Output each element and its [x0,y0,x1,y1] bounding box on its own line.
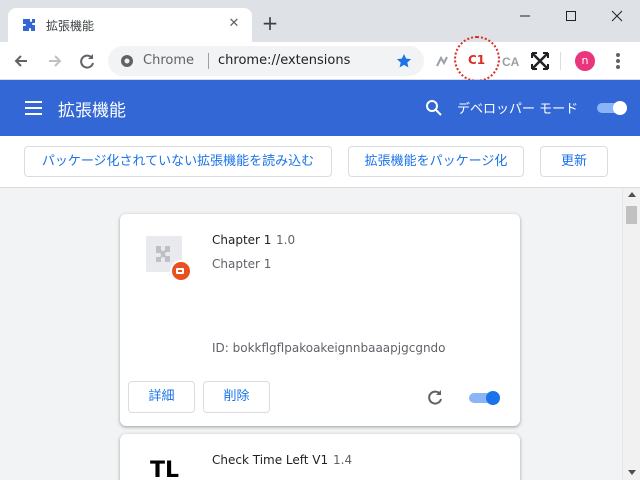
puzzle-icon [22,18,36,32]
omnibox-scheme-label: Chrome [143,53,194,68]
toolbar-divider [560,52,561,70]
close-tab-icon[interactable]: ✕ [226,16,242,32]
minimize-button[interactable] [502,2,548,30]
extension-name: Check Time Left V1 [212,453,329,467]
scroll-thumb[interactable] [626,206,637,224]
hamburger-menu-icon[interactable] [24,99,44,117]
reload-icon[interactable] [76,50,98,72]
svg-text:CA: CA [502,55,520,69]
search-icon[interactable] [424,98,444,118]
page-title: 拡張機能 [58,101,126,121]
close-window-button[interactable] [594,2,640,30]
chrome-icon [120,54,134,68]
tab-extensions[interactable]: 拡張機能 ✕ [8,8,252,42]
address-bar[interactable]: Chrome chrome://extensions [108,46,424,76]
cross-arrows-extension-icon[interactable] [529,50,551,72]
extension-description: Chapter 1 [212,257,272,271]
profile-avatar[interactable]: n [575,51,595,71]
developer-mode-label: デベロッパー モード [457,102,579,117]
update-button[interactable]: 更新 [540,146,608,177]
browser-toolbar: Chrome chrome://extensions CA [0,42,640,80]
extension-enable-toggle[interactable] [468,390,502,406]
omnibox-url: chrome://extensions [218,53,351,68]
tab-title: 拡張機能 [46,19,95,33]
forward-arrow-icon[interactable] [44,50,66,72]
remove-button[interactable]: 削除 [203,381,270,413]
reload-extension-icon[interactable] [426,388,444,406]
action-bar: パッケージ化されていない拡張機能を読み込む 拡張機能をパッケージ化 更新 [0,136,640,188]
details-button[interactable]: 詳細 [128,381,195,413]
scroll-down-arrow-icon[interactable] [628,470,636,475]
load-unpacked-button[interactable]: パッケージ化されていない拡張機能を読み込む [24,146,332,177]
extension-logo: TL [150,458,180,480]
developer-mode-toggle[interactable] [596,100,628,116]
extension-name: Chapter 1 [212,233,272,247]
extension-card: Chapter 1 1.0 Chapter 1 ID: bokkflgflpak… [120,214,520,426]
extension-ca-icon[interactable]: CA [500,50,522,72]
pack-extension-button[interactable]: 拡張機能をパッケージ化 [348,146,524,177]
back-arrow-icon[interactable] [10,50,32,72]
c1-annotation-label: C1 [468,53,486,67]
extension-id: ID: bokkflgflpakoakeignnbaaapjgcgndo [212,341,446,355]
more-menu-icon[interactable] [612,50,624,72]
omnibox-divider [208,53,209,69]
extension-icon[interactable] [432,50,454,72]
title-bar: 拡張機能 ✕ + [0,0,640,42]
extension-card: TL Check Time Left V1 1.4 [120,434,520,480]
maximize-button[interactable] [548,2,594,30]
camera-badge-icon [170,260,192,282]
extension-version: 1.0 [276,233,296,247]
extensions-header: 拡張機能 デベロッパー モード [0,80,640,136]
extension-version: 1.4 [333,453,353,467]
scroll-up-arrow-icon[interactable] [628,192,636,197]
bookmark-star-icon[interactable] [396,53,412,69]
new-tab-button[interactable]: + [260,13,280,34]
scrollbar[interactable] [622,188,640,480]
